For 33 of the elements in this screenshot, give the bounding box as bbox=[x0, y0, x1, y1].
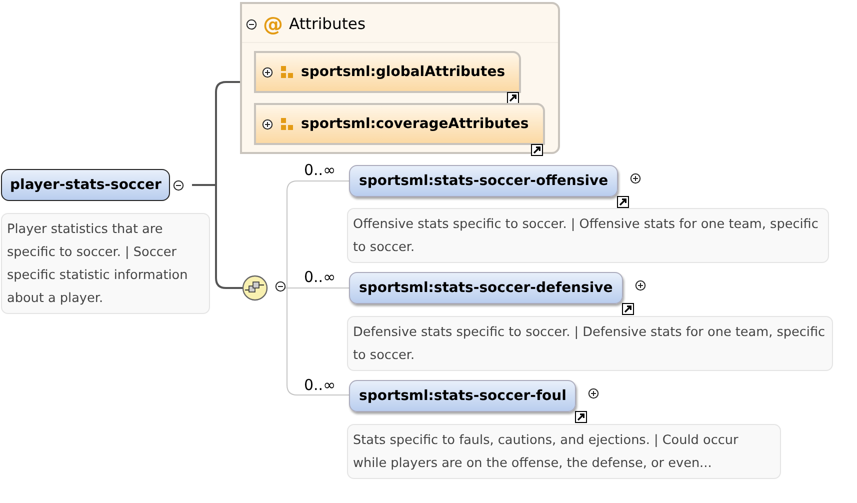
attribute-group-name: sportsml:coverageAttributes bbox=[301, 116, 529, 132]
collapse-icon[interactable] bbox=[275, 281, 286, 292]
collapse-icon[interactable] bbox=[173, 180, 184, 190]
attribute-group-icon bbox=[281, 118, 293, 130]
documentation-note: Stats specific to fauls, cautions, and ejections. | Could occur while players are on the offense, the defense, or even... bbox=[347, 424, 781, 479]
link-arrow-icon[interactable] bbox=[622, 303, 634, 315]
element-node[interactable]: sportsml:stats-soccer-defensive bbox=[349, 272, 623, 304]
at-sign-icon: @ bbox=[263, 14, 283, 34]
element-node[interactable]: sportsml:stats-soccer-foul bbox=[349, 380, 576, 412]
element-node[interactable]: player-stats-soccer bbox=[1, 169, 170, 201]
attribute-group-name: sportsml:globalAttributes bbox=[301, 64, 506, 80]
link-arrow-icon[interactable] bbox=[575, 411, 588, 423]
attribute-group-node[interactable]: sportsml:coverageAttributes bbox=[254, 103, 545, 145]
cardinality-label: 0..∞ bbox=[304, 376, 336, 394]
expand-icon[interactable] bbox=[634, 280, 646, 291]
documentation-note: Defensive stats specific to soccer. | Defensive stats for one team, specific to soccer. bbox=[347, 316, 833, 371]
documentation-note: Player statistics that are specific to soccer. | Soccer specific statistic information about a player. bbox=[1, 213, 210, 314]
expand-icon[interactable] bbox=[588, 388, 600, 399]
expand-icon[interactable] bbox=[262, 66, 273, 78]
link-arrow-icon[interactable] bbox=[507, 92, 520, 104]
link-arrow-icon[interactable] bbox=[617, 196, 630, 208]
expand-icon[interactable] bbox=[262, 118, 273, 130]
cardinality-label: 0..∞ bbox=[304, 268, 336, 286]
cardinality-label: 0..∞ bbox=[304, 161, 336, 179]
sequence-icon[interactable] bbox=[242, 275, 268, 301]
expand-icon[interactable] bbox=[630, 173, 642, 184]
collapse-icon[interactable] bbox=[246, 18, 257, 30]
element-node[interactable]: sportsml:stats-soccer-offensive bbox=[349, 165, 618, 197]
attribute-group-icon bbox=[281, 66, 293, 78]
link-arrow-icon[interactable] bbox=[530, 144, 543, 156]
attribute-group-node[interactable]: sportsml:globalAttributes bbox=[254, 51, 522, 93]
documentation-note: Offensive stats specific to soccer. | Offensive stats for one team, specific to soccer. bbox=[347, 208, 829, 263]
attributes-title: Attributes bbox=[289, 15, 366, 33]
